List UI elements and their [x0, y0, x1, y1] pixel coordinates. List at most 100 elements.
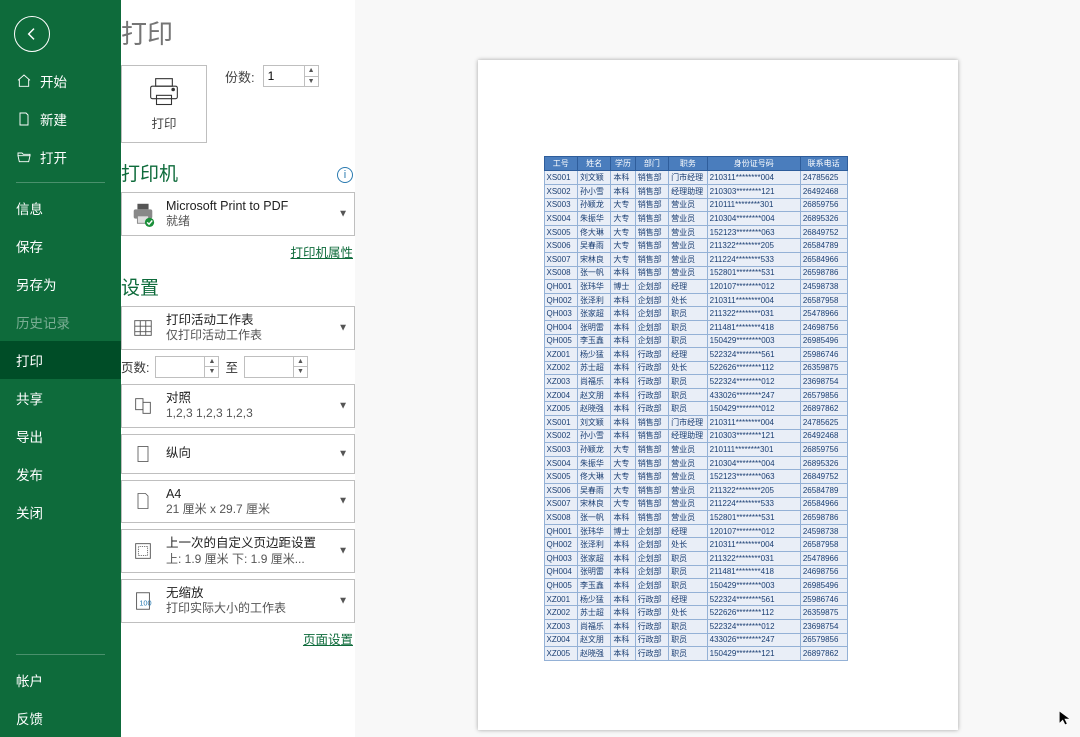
sidebar-item[interactable]: 保存: [0, 227, 121, 265]
margins-dropdown[interactable]: 上一次的自定义页边距设置上: 1.9 厘米 下: 1.9 厘米... ▼: [121, 529, 355, 573]
info-icon[interactable]: i: [337, 167, 353, 183]
table-row: XS007宋林良大专销售部营业员211224********5332658496…: [544, 252, 847, 266]
table-row: XZ001杨少猛本科行政部经理522324********56125986746: [544, 592, 847, 606]
sidebar-item[interactable]: 另存为: [0, 265, 121, 303]
margins-icon: [130, 538, 156, 564]
table-row: XS007宋林良大专销售部营业员211224********5332658496…: [544, 497, 847, 511]
sidebar-item[interactable]: 打印: [0, 341, 121, 379]
sidebar-item[interactable]: 反馈: [0, 699, 121, 737]
collate-dropdown[interactable]: 对照1,2,3 1,2,3 1,2,3 ▼: [121, 384, 355, 428]
chevron-down-icon: ▼: [338, 322, 348, 333]
pages-label: 页数:: [121, 357, 149, 376]
table-row: XS005佟大琳大专销售部营业员152123********0632684975…: [544, 470, 847, 484]
print-preview-pane: 工号姓名学历部门职务身份证号码联系电话 XS001刘文颖本科销售部门市经理210…: [355, 0, 1080, 737]
spinner-down[interactable]: ▼: [305, 77, 318, 87]
print-button-label: 打印: [151, 113, 176, 132]
table-row: QH004张明雷本科企划部职员211481********41824698756: [544, 565, 847, 579]
table-row: QH004张明雷本科企划部职员211481********41824698756: [544, 320, 847, 334]
page-title: 打印: [121, 14, 355, 65]
table-row: XS006吴春雨大专销售部营业员211322********2052658478…: [544, 239, 847, 253]
preview-page: 工号姓名学历部门职务身份证号码联系电话 XS001刘文颖本科销售部门市经理210…: [478, 60, 958, 730]
table-header: 工号: [544, 157, 577, 171]
table-row: XS008张一帆本科销售部营业员152801********5312659878…: [544, 511, 847, 525]
printer-section-title: 打印机: [121, 157, 178, 192]
pages-to-label: 至: [225, 357, 238, 376]
print-settings-pane: 打印 打印 份数: ▲▼ 打印机 i: [121, 0, 355, 737]
table-row: QH001张玮华博士企划部经理120107********01224598738: [544, 524, 847, 538]
pages-from-spinner[interactable]: ▲▼: [155, 356, 219, 378]
table-row: QH005李玉鑫本科企划部职员150429********00326985496: [544, 579, 847, 593]
table-row: XZ002苏士超本科行政部处长522626********11226359875: [544, 361, 847, 375]
spinner-up[interactable]: ▲: [305, 66, 318, 77]
back-button[interactable]: [14, 16, 50, 52]
table-row: QH003张家超本科企划部职员211322********03125478966: [544, 307, 847, 321]
table-row: XZ004赵文朋本科行政部职员433026********24726579856: [544, 633, 847, 647]
table-row: XS006吴春雨大专销售部营业员211322********2052658478…: [544, 484, 847, 498]
chevron-down-icon: ▼: [338, 546, 348, 557]
table-header: 姓名: [577, 157, 610, 171]
print-what-dropdown[interactable]: 打印活动工作表仅打印活动工作表 ▼: [121, 306, 355, 350]
table-row: QH003张家超本科企划部职员211322********03125478966: [544, 552, 847, 566]
printer-status: 就绪: [166, 214, 288, 230]
printer-icon: [130, 201, 156, 227]
preview-table: 工号姓名学历部门职务身份证号码联系电话 XS001刘文颖本科销售部门市经理210…: [544, 156, 848, 661]
table-row: XZ005赵晓强本科行政部职员150429********12126897862: [544, 647, 847, 661]
scaling-dropdown[interactable]: 100 无缩放打印实际大小的工作表 ▼: [121, 579, 355, 623]
portrait-icon: [130, 441, 156, 467]
sidebar-item[interactable]: 帐户: [0, 661, 121, 699]
table-header: 身份证号码: [707, 157, 800, 171]
sidebar-item[interactable]: 新建: [0, 100, 121, 138]
table-row: XZ003尚福乐本科行政部职员522324********01223698754: [544, 619, 847, 633]
copies-input[interactable]: [264, 66, 304, 86]
orientation-dropdown[interactable]: 纵向 ▼: [121, 434, 355, 474]
pages-to-input[interactable]: [245, 357, 293, 377]
sidebar-item[interactable]: 开始: [0, 62, 121, 100]
sidebar-item[interactable]: 打开: [0, 138, 121, 176]
table-row: QH002张泽利本科企划部处长210311********00426587958: [544, 538, 847, 552]
table-row: XS001刘文颖本科销售部门市经理210311********004247856…: [544, 416, 847, 430]
printer-name: Microsoft Print to PDF: [166, 198, 288, 214]
page-icon: [130, 488, 156, 514]
backstage-sidebar: 开始新建打开 信息保存另存为历史记录打印共享导出发布关闭 帐户反馈: [0, 0, 121, 737]
grid-icon: [130, 315, 156, 341]
printer-properties-link[interactable]: 打印机属性: [121, 242, 355, 271]
chevron-down-icon: ▼: [338, 208, 348, 219]
pages-to-spinner[interactable]: ▲▼: [244, 356, 308, 378]
table-row: XZ003尚福乐本科行政部职员522324********01223698754: [544, 375, 847, 389]
table-row: QH005李玉鑫本科企划部职员150429********00326985496: [544, 334, 847, 348]
chevron-down-icon: ▼: [338, 496, 348, 507]
table-row: XZ001杨少猛本科行政部经理522324********56125986746: [544, 348, 847, 362]
scale-icon: 100: [130, 588, 156, 614]
print-button[interactable]: 打印: [121, 65, 207, 143]
table-row: XS003孙颖龙大专销售部营业员210111********3012685975…: [544, 198, 847, 212]
sidebar-item[interactable]: 共享: [0, 379, 121, 417]
printer-dropdown[interactable]: Microsoft Print to PDF 就绪 ▼: [121, 192, 355, 236]
table-row: QH002张泽利本科企划部处长210311********00426587958: [544, 293, 847, 307]
table-row: XZ002苏士超本科行政部处长522626********11226359875: [544, 606, 847, 620]
svg-text:100: 100: [139, 599, 151, 608]
table-header: 学历: [611, 157, 635, 171]
table-row: XS005佟大琳大专销售部营业员152123********0632684975…: [544, 225, 847, 239]
paper-size-dropdown[interactable]: A421 厘米 x 29.7 厘米 ▼: [121, 480, 355, 524]
table-header: 部门: [635, 157, 668, 171]
copies-spinner[interactable]: ▲▼: [263, 65, 319, 87]
sidebar-item[interactable]: 导出: [0, 417, 121, 455]
table-row: XS003孙颖龙大专销售部营业员210111********3012685975…: [544, 443, 847, 457]
sidebar-item[interactable]: 信息: [0, 189, 121, 227]
table-row: XS004朱振华大专销售部营业员210304********0042689532…: [544, 212, 847, 226]
sidebar-item[interactable]: 发布: [0, 455, 121, 493]
table-row: XZ005赵晓强本科行政部职员150429********01226897862: [544, 402, 847, 416]
collate-icon: [130, 393, 156, 419]
table-row: XS001刘文颖本科销售部门市经理210311********004247856…: [544, 171, 847, 185]
table-row: XS008张一帆本科销售部营业员152801********5312659878…: [544, 266, 847, 280]
sidebar-item: 历史记录: [0, 303, 121, 341]
page-setup-link[interactable]: 页面设置: [121, 629, 355, 658]
pages-from-input[interactable]: [156, 357, 204, 377]
sidebar-item[interactable]: 关闭: [0, 493, 121, 531]
table-row: XS002孙小雪本科销售部经理助理210303********121264924…: [544, 429, 847, 443]
table-row: QH001张玮华博士企划部经理120107********01224598738: [544, 280, 847, 294]
cursor-icon: [1058, 710, 1074, 731]
chevron-down-icon: ▼: [338, 596, 348, 607]
settings-section-title: 设置: [121, 271, 355, 306]
copies-label: 份数:: [225, 67, 255, 86]
